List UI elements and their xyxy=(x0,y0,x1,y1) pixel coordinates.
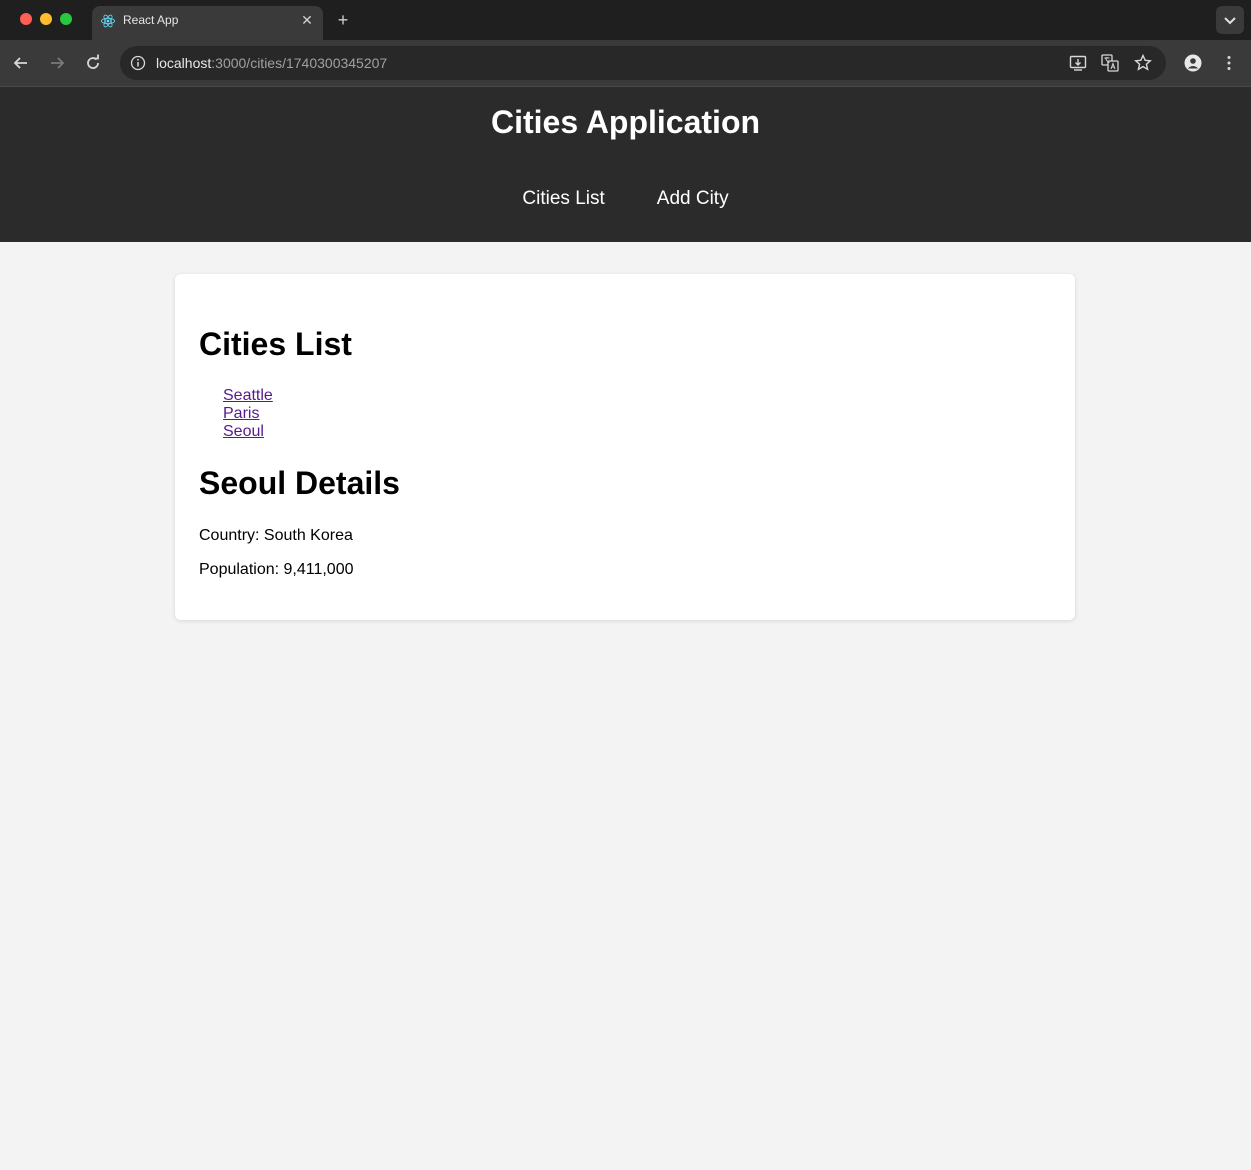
app-header: Cities Application Cities List Add City xyxy=(0,87,1251,242)
list-item: Paris xyxy=(223,405,273,423)
translate-icon[interactable] xyxy=(1100,53,1120,73)
city-country: Country: South Korea xyxy=(199,527,353,544)
main-nav: Cities List Add City xyxy=(0,187,1251,211)
reload-icon[interactable] xyxy=(83,53,103,73)
list-item: Seoul xyxy=(223,423,273,441)
profile-icon[interactable] xyxy=(1183,53,1203,73)
arrow-right-icon[interactable] xyxy=(47,53,67,73)
tab-search-button[interactable] xyxy=(1216,6,1244,34)
star-icon[interactable] xyxy=(1133,53,1153,73)
cities-list: Seattle Paris Seoul xyxy=(223,387,273,441)
city-link-paris[interactable]: Paris xyxy=(223,405,259,422)
app-title: Cities Application xyxy=(490,104,761,140)
minimize-window-button[interactable] xyxy=(40,13,52,25)
cities-list-heading: Cities List xyxy=(199,326,352,362)
plus-icon[interactable]: + xyxy=(334,11,352,29)
info-icon[interactable] xyxy=(128,53,148,73)
city-link-seattle[interactable]: Seattle xyxy=(223,387,273,404)
content-card: Cities List Seattle Paris Seoul Seoul De… xyxy=(175,274,1075,620)
nav-cities-list[interactable]: Cities List xyxy=(522,187,604,211)
address-bar[interactable]: localhost:3000/cities/1740300345207 xyxy=(120,46,1166,80)
url-text[interactable]: localhost:3000/cities/1740300345207 xyxy=(156,55,387,71)
url-host: localhost xyxy=(156,55,212,71)
nav-add-city[interactable]: Add City xyxy=(657,187,729,211)
city-details-heading: Seoul Details xyxy=(199,465,400,501)
maximize-window-button[interactable] xyxy=(60,13,72,25)
list-item: Seattle xyxy=(223,387,273,405)
browser-tab[interactable]: React App ✕ xyxy=(92,6,323,40)
install-app-icon[interactable] xyxy=(1068,53,1088,73)
kebab-menu-icon[interactable] xyxy=(1219,53,1239,73)
close-icon[interactable]: ✕ xyxy=(299,12,315,28)
close-window-button[interactable] xyxy=(20,13,32,25)
url-path: :3000/cities/1740300345207 xyxy=(211,55,388,71)
arrow-left-icon[interactable] xyxy=(11,53,31,73)
browser-toolbar: localhost:3000/cities/1740300345207 xyxy=(0,40,1251,86)
city-link-seoul[interactable]: Seoul xyxy=(223,423,264,440)
chevron-down-icon xyxy=(1224,17,1236,25)
tab-title: React App xyxy=(123,13,179,27)
browser-tab-bar: React App ✕ + xyxy=(0,0,1251,40)
city-population: Population: 9,411,000 xyxy=(199,561,354,578)
react-icon xyxy=(100,14,116,28)
